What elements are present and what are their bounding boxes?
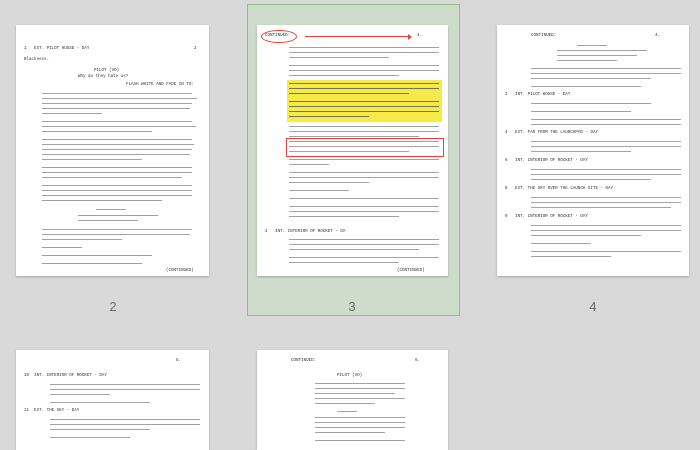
scene-heading: 1 EXT. PILOT HOUSE - DAY: [24, 47, 90, 51]
page-number-2: 2: [109, 299, 117, 314]
transition: FLASH WHITE AND FADE IN TO:: [126, 83, 194, 87]
page-thumbnail-6[interactable]: CONTINUED: 6. PILOT (VO): [257, 350, 448, 450]
page-thumbnail-3[interactable]: CONTINUED: 3. 2 INT. INTERIOR OF ROCKET …: [257, 25, 448, 276]
scene-heading: 2 INT. PILOT HOUSE - DAY: [505, 93, 571, 97]
continued-header: CONTINUED:: [531, 34, 557, 38]
scene-heading: 8 EXT. THE SKY OVER THE LAUNCH SITE - DA…: [505, 187, 614, 191]
page-thumbnail-2[interactable]: 1 EXT. PILOT HOUSE - DAY 2 Blackness. PI…: [16, 25, 209, 276]
page-mark: 2: [194, 47, 197, 51]
action-line: Blackness.: [24, 58, 50, 62]
page-thumbnail-4[interactable]: CONTINUED: 4. 2 INT. PILOT HOUSE - DAY 4…: [497, 25, 689, 276]
page-mark: 6.: [415, 359, 421, 363]
scene-heading: 11 EXT. THE SKY - DAY: [24, 409, 80, 413]
continued-footer: (CONTINUED): [397, 269, 425, 273]
continued-header: CONTINUED:: [291, 359, 317, 363]
scene-heading: 9 INT. INTERIOR OF ROCKET - DAY: [505, 215, 588, 219]
character-name: PILOT (VO): [94, 69, 120, 73]
page-number-3: 3: [348, 299, 356, 314]
annotation-circle: [261, 30, 297, 43]
dialogue-line: Why do they hate us?: [78, 75, 129, 79]
scene-heading: 10 INT. INTERIOR OF ROCKET - DAY: [24, 374, 107, 378]
continued-footer: (CONTINUED): [166, 269, 194, 273]
page-thumbnail-5[interactable]: 5. 10 INT. INTERIOR OF ROCKET - DAY 11 E…: [16, 350, 209, 450]
scene-heading: 4 EXT. FAR FROM THE LAUNCHPAD - DAY: [505, 131, 598, 135]
annotation-arrow: [305, 33, 412, 41]
page-number-4: 4: [589, 299, 597, 314]
scene-heading: 2 INT. INTERIOR OF ROCKET - DA: [265, 230, 346, 234]
page-mark: 5.: [176, 359, 182, 363]
page-mark: 4.: [655, 34, 661, 38]
page-mark: 3.: [417, 34, 423, 38]
scene-heading: 6 INT. INTERIOR OF ROCKET - DAY: [505, 159, 588, 163]
character-name: PILOT (VO): [337, 374, 363, 378]
